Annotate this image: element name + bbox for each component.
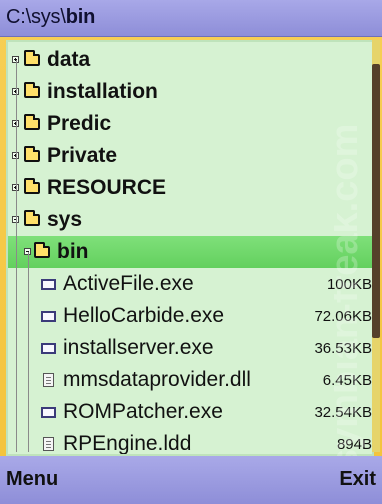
file-size: 72.06KB [314,308,372,325]
file-size: 36.53KB [314,340,372,357]
folder-row-sys[interactable]: sys [8,204,372,236]
file-row-rpengine[interactable]: RPEngine.ldd 894B [8,428,372,455]
folder-label: installation [47,80,158,103]
file-row-rompatcher[interactable]: ROMPatcher.exe 32.54KB [8,396,372,428]
exe-icon [41,343,56,354]
folder-label: bin [57,240,89,263]
file-row-activefile[interactable]: ActiveFile.exe 100KB [8,268,372,300]
tree-connector-line [28,252,29,452]
folder-icon [24,82,40,98]
file-label: ROMPatcher.exe [63,400,223,423]
scrollbar-thumb[interactable] [372,64,380,338]
dll-icon [43,373,54,387]
folder-label: RESOURCE [47,176,167,199]
folder-row-installation[interactable]: installation [8,76,372,108]
folder-icon [24,178,40,194]
tree-connector-line [16,60,17,452]
scrollbar-track[interactable] [372,40,380,452]
folder-label: sys [47,208,83,231]
file-row-mmsdataprovider[interactable]: mmsdataprovider.dll 6.45KB [8,364,372,396]
file-row-installserver[interactable]: installserver.exe 36.53KB [8,332,372,364]
folder-label: data [47,48,91,71]
phone-screen: C:\sys\bin data installation Predic Priv… [0,0,382,504]
folder-row-private[interactable]: Private [8,140,372,172]
title-bar: C:\sys\bin [0,0,382,37]
path-current: bin [65,6,96,28]
folder-icon [24,114,40,130]
file-label: RPEngine.ldd [63,432,192,455]
menu-softkey[interactable]: Menu [6,468,58,491]
exe-icon [41,407,56,418]
exe-icon [41,279,56,290]
file-label: mmsdataprovider.dll [63,368,251,391]
file-size: 6.45KB [322,372,372,389]
file-size: 100KB [326,276,372,293]
folder-row-predic[interactable]: Predic [8,108,372,140]
folder-row-data[interactable]: data [8,44,372,76]
folder-icon [24,50,40,66]
folder-label: Private [47,144,118,167]
file-label: HelloCarbide.exe [63,304,225,327]
folder-label: Predic [47,112,112,135]
ldd-icon [43,437,54,451]
path-prefix: C:\sys\ [6,6,66,28]
file-tree: data installation Predic Private RESOURC… [6,40,374,456]
exe-icon [41,311,56,322]
folder-icon [34,242,50,258]
softkey-bar: Menu Exit [0,456,382,504]
path-title: C:\sys\bin [6,6,95,29]
folder-row-bin[interactable]: bin [8,236,372,268]
folder-row-resource[interactable]: RESOURCE [8,172,372,204]
file-label: installserver.exe [63,336,214,359]
exit-softkey[interactable]: Exit [339,468,376,491]
file-label: ActiveFile.exe [63,272,194,295]
folder-icon [24,210,40,226]
file-size: 894B [336,436,372,453]
file-size: 32.54KB [314,404,372,421]
file-row-hellocarbide[interactable]: HelloCarbide.exe 72.06KB [8,300,372,332]
folder-icon [24,146,40,162]
